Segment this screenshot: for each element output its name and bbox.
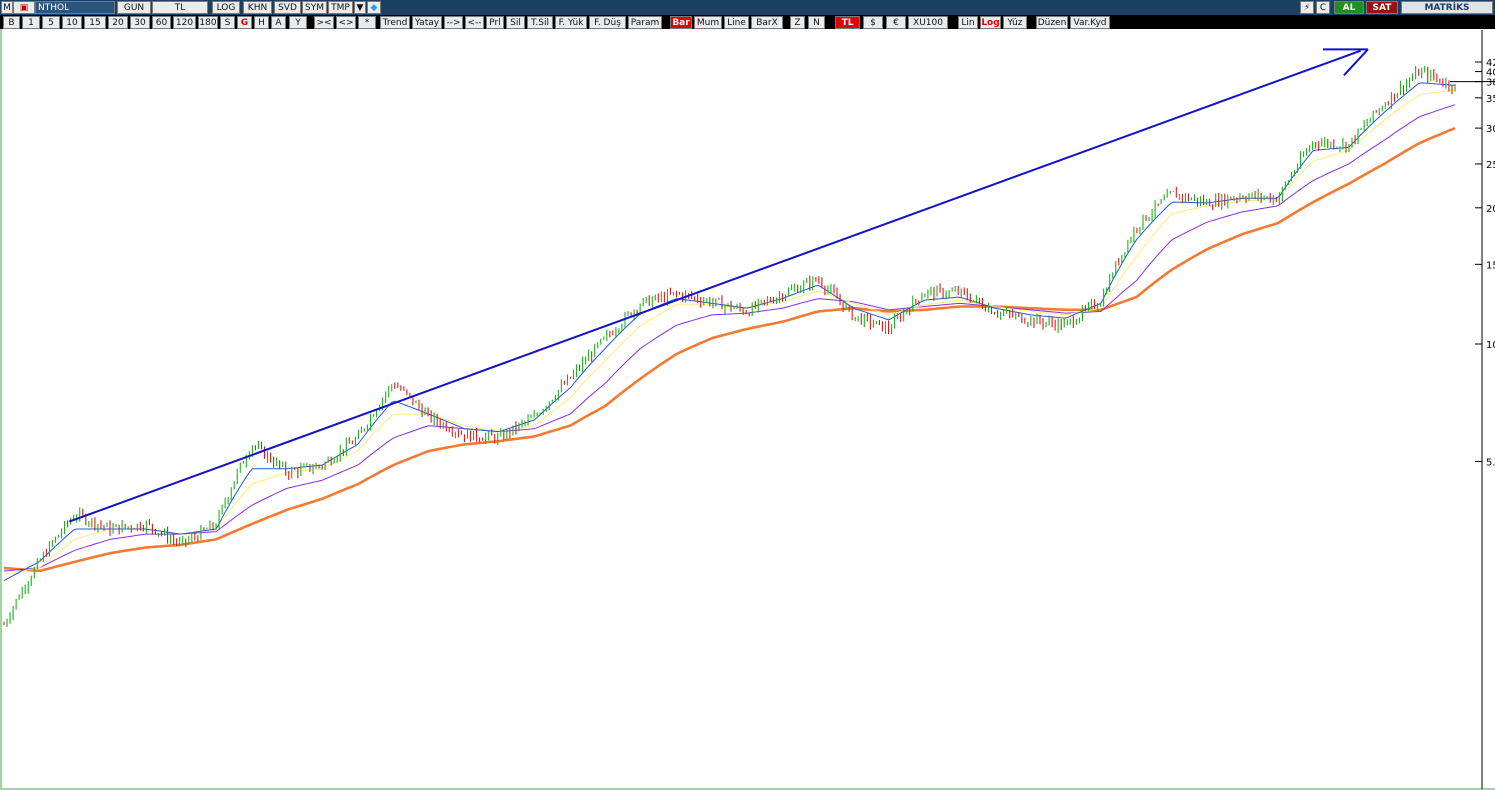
toolbar-period-button[interactable]: GUN xyxy=(117,1,151,14)
timeframe-button[interactable]: Bar xyxy=(670,16,692,29)
toolbar-twitter-button[interactable]: ◆ xyxy=(367,1,381,14)
timeframe-button[interactable]: F. Yük xyxy=(555,16,587,29)
timeframe-button[interactable]: N xyxy=(808,16,825,29)
y-tick-label: 10 xyxy=(1486,340,1495,351)
y-tick-label: 25 xyxy=(1486,160,1495,171)
timeframe-button[interactable]: BarX xyxy=(751,16,783,29)
toolbar-sat-button[interactable]: SAT xyxy=(1366,1,1398,14)
timeframe-button[interactable]: 60 xyxy=(152,16,171,29)
trendline xyxy=(68,49,1362,523)
timeframe-button[interactable]: Var.Kyd xyxy=(1070,16,1110,29)
timeframe-button[interactable]: $ xyxy=(863,16,883,29)
timeframe-button[interactable]: G xyxy=(237,16,252,29)
timeframe-button[interactable]: 1 xyxy=(22,16,40,29)
toolbar-flash-button[interactable]: ⚡ xyxy=(1300,1,1314,14)
timeframe-button[interactable]: € xyxy=(886,16,906,29)
toolbar-khn-button[interactable]: KHN xyxy=(243,1,272,14)
timeframe-button[interactable]: --> xyxy=(444,16,463,29)
toolbar-tmp-button[interactable]: TMP xyxy=(328,1,353,14)
timeframe-button[interactable]: B xyxy=(3,16,20,29)
timeframe-button[interactable]: 5 xyxy=(42,16,60,29)
y-tick-label: 35 xyxy=(1486,94,1495,105)
timeframe-button[interactable]: F. Düş xyxy=(589,16,626,29)
timeframe-button[interactable]: Z xyxy=(790,16,805,29)
toolbar-sym-button[interactable]: SYM xyxy=(302,1,327,14)
toolbar-refresh-button[interactable]: C xyxy=(1316,1,1330,14)
timeframe-button[interactable]: <-- xyxy=(465,16,484,29)
timeframe-button[interactable]: 30 xyxy=(130,16,150,29)
timeframe-button[interactable]: A xyxy=(271,16,286,29)
twitter-icon: ◆ xyxy=(370,3,378,13)
y-tick-label: 5. xyxy=(1486,457,1495,468)
timeframe-button[interactable]: Line xyxy=(724,16,749,29)
toolbar-brand-button[interactable]: MATRİKS xyxy=(1401,1,1493,14)
timeframe-button[interactable]: Yatay xyxy=(412,16,442,29)
timeframe-button[interactable]: Sil xyxy=(506,16,525,29)
timeframe-button[interactable]: Lin xyxy=(958,16,978,29)
ma-line xyxy=(3,126,1456,573)
y-tick-label: 15 xyxy=(1486,260,1495,271)
timeframe-button[interactable]: H xyxy=(254,16,269,29)
timeframe-button[interactable]: 180 xyxy=(198,16,218,29)
ma-line xyxy=(3,89,1456,575)
y-tick-label: 20 xyxy=(1486,204,1495,215)
timeframe-button[interactable]: * xyxy=(358,16,376,29)
timeframe-button[interactable]: TL xyxy=(835,16,860,29)
timeframe-button[interactable]: XU100 xyxy=(908,16,948,29)
timeframe-button[interactable]: <> xyxy=(336,16,356,29)
toolbar-al-button[interactable]: AL xyxy=(1334,1,1364,14)
toolbar-m-button[interactable]: M xyxy=(1,1,13,14)
toolbar-log-button[interactable]: LOG xyxy=(212,1,240,14)
top-toolbar: M ▣ NTHOL GUN TL LOG KHN SVD SYM TMP ▼ ◆ ⚡ C AL SAT MATR… xyxy=(0,0,1495,15)
toolbar-svd-button[interactable]: SVD xyxy=(274,1,301,14)
price-chart[interactable]: 4240383530252015105. xyxy=(0,29,1495,790)
timeframe-button[interactable]: Y xyxy=(289,16,307,29)
timeframe-button[interactable]: S xyxy=(220,16,235,29)
timeframe-button[interactable]: Prl xyxy=(486,16,504,29)
timeframe-button[interactable]: 120 xyxy=(173,16,196,29)
y-tick-label: 30 xyxy=(1486,124,1495,135)
toolbar-symbol-icon[interactable]: ▣ xyxy=(13,1,35,14)
chart-icon: ▣ xyxy=(19,3,29,13)
timeframe-button[interactable]: Mum xyxy=(694,16,722,29)
toolbar-symbol-button[interactable]: NTHOL xyxy=(35,1,115,14)
toolbar-dropdown-button[interactable]: ▼ xyxy=(354,1,366,14)
toolbar-currency-button[interactable]: TL xyxy=(152,1,208,14)
timeframe-button[interactable]: Param xyxy=(628,16,662,29)
timeframe-button[interactable]: Düzen xyxy=(1036,16,1068,29)
timeframe-button[interactable]: 20 xyxy=(108,16,128,29)
ma-line xyxy=(3,104,1456,572)
timeframe-button[interactable]: 15 xyxy=(84,16,106,29)
timeframe-button[interactable]: Log xyxy=(980,16,1001,29)
timeframe-button[interactable]: Trend xyxy=(380,16,410,29)
timeframe-button[interactable]: >< xyxy=(314,16,334,29)
timeframe-button[interactable]: 10 xyxy=(62,16,82,29)
y-tick-label: 38 xyxy=(1486,78,1495,89)
timeframe-toolbar: B 1 5 10 15 20 30 60 120 180 S G H A Y >< <> * Trend Yatay -… xyxy=(0,15,1495,29)
timeframe-button[interactable]: Yüz xyxy=(1003,16,1027,29)
timeframe-button[interactable]: T.Sil xyxy=(527,16,553,29)
